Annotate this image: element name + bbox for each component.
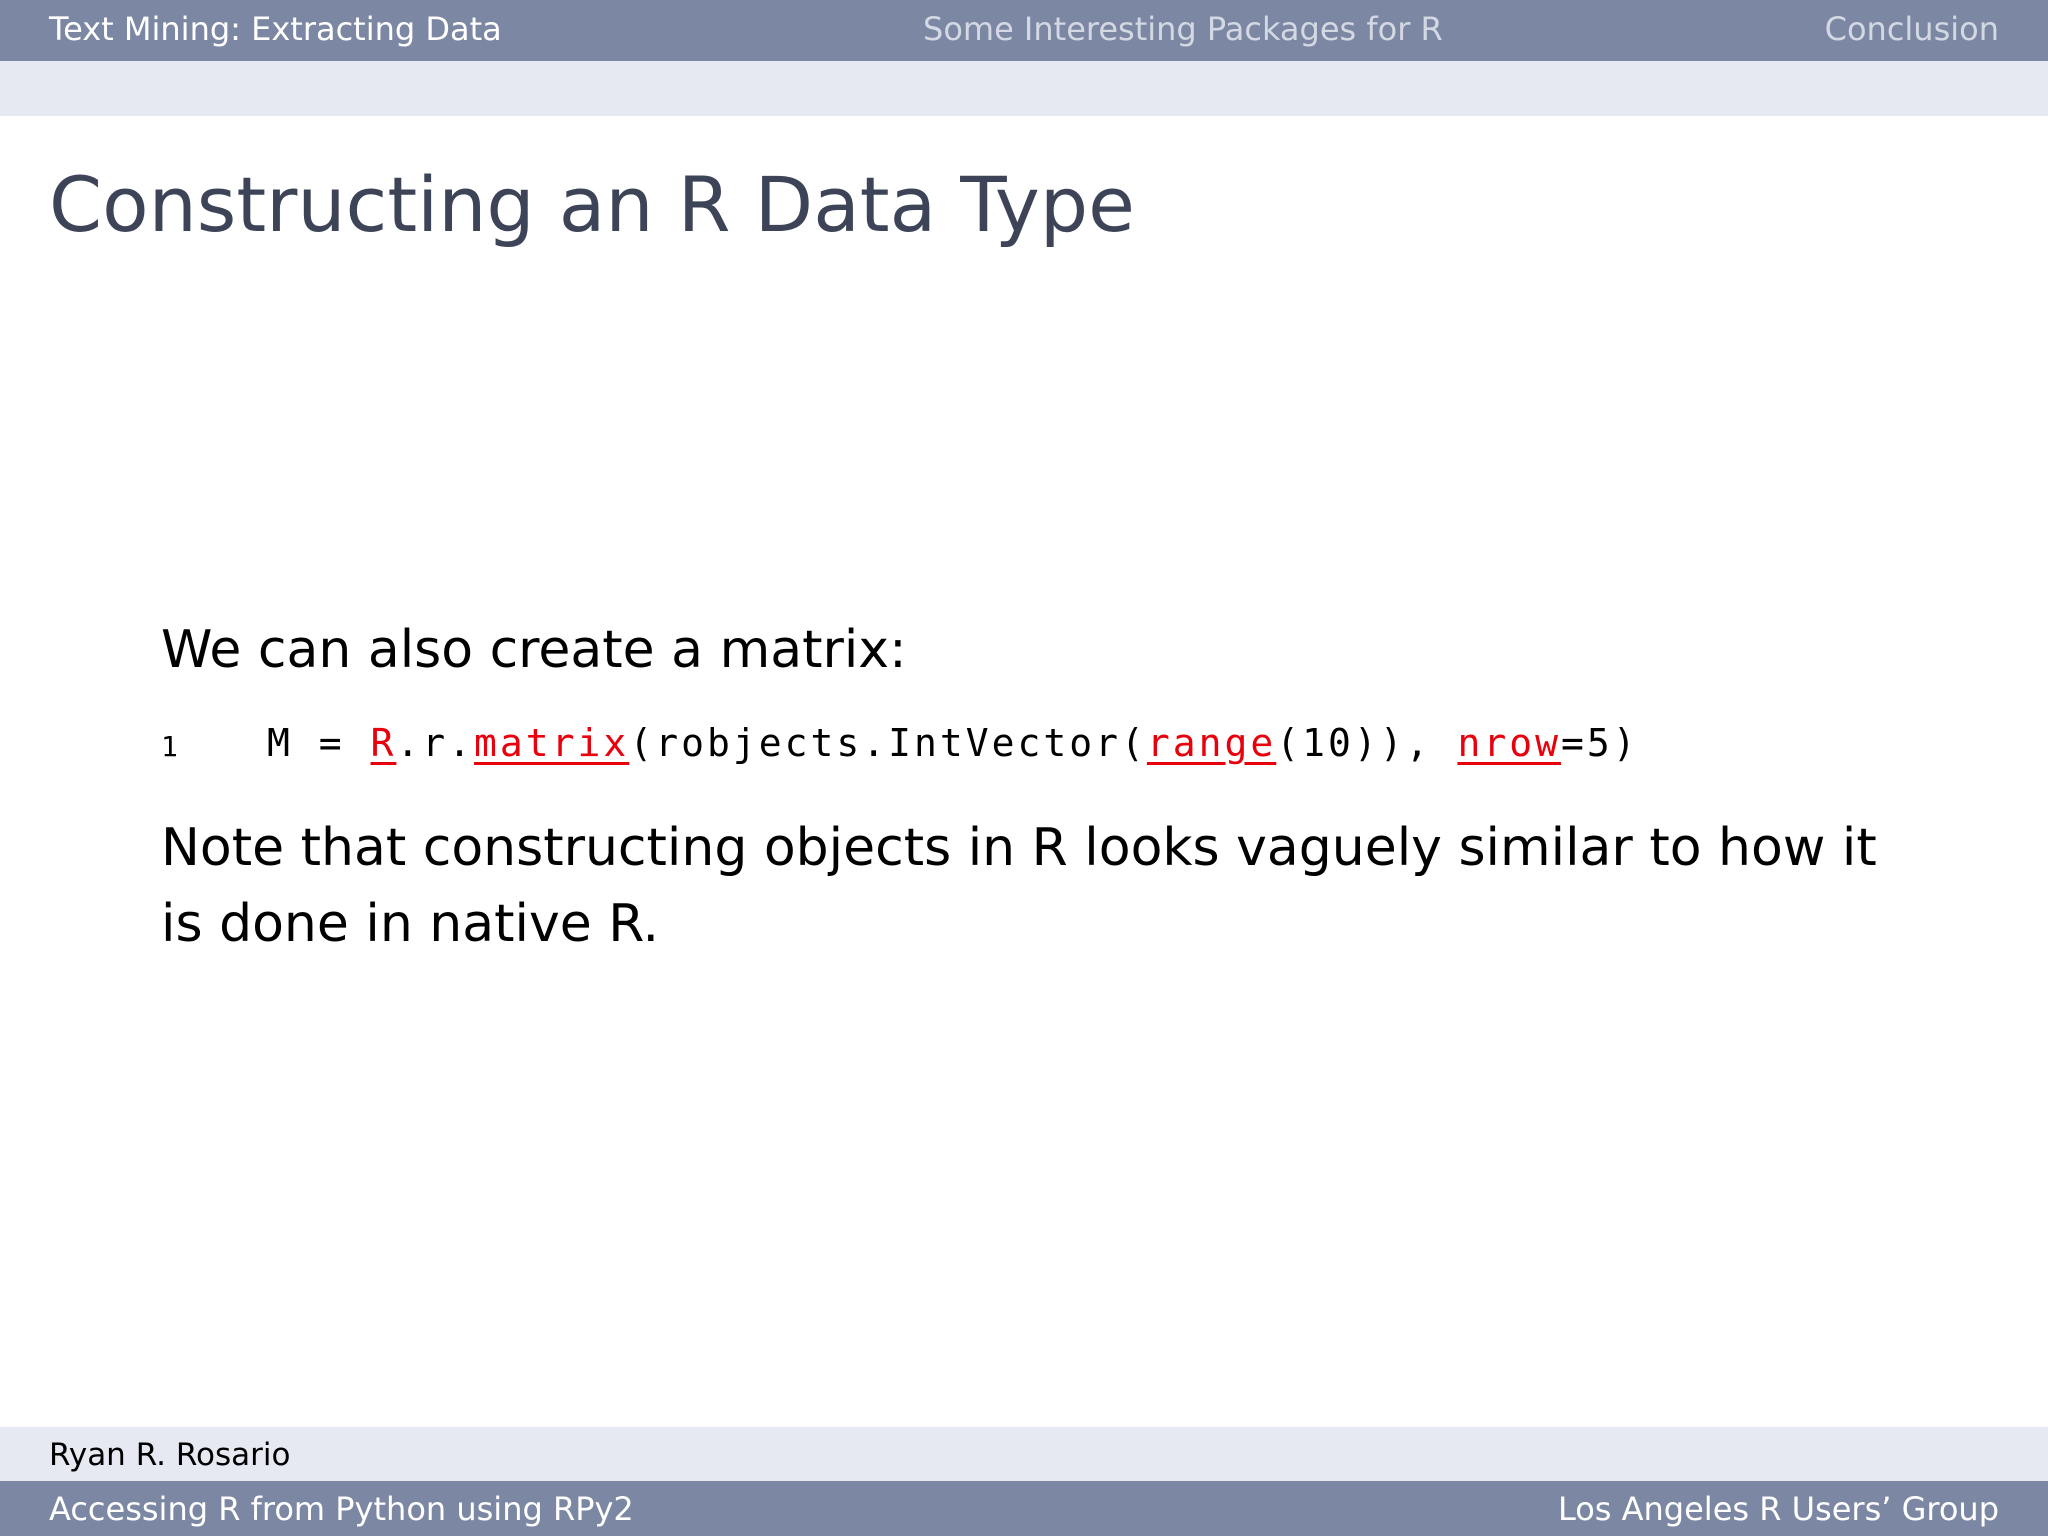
note-line: is done in native R.	[161, 894, 660, 954]
note-text: Note that constructing objects in R look…	[161, 810, 1877, 962]
code-keyword: R	[370, 721, 397, 765]
code-line-number: 1	[161, 730, 178, 763]
code-keyword: range	[1146, 721, 1277, 765]
code-keyword: nrow	[1457, 721, 1561, 765]
footer-author: Ryan R. Rosario	[49, 1437, 291, 1473]
footer-venue: Los Angeles R Users’ Group	[1557, 1490, 1999, 1528]
footer-info-bar: Accessing R from Python using RPy2 Los A…	[0, 1481, 2048, 1536]
nav-section-conclusion[interactable]: Conclusion	[1825, 9, 1999, 49]
slide-title: Constructing an R Data Type	[49, 160, 1135, 249]
code-token: M =	[267, 721, 371, 765]
footer-talk-title: Accessing R from Python using RPy2	[49, 1490, 634, 1528]
code-keyword: matrix	[474, 721, 630, 765]
code-listing: 1 M = R.r.matrix(robjects.IntVector(range…	[161, 718, 1639, 772]
nav-section-interesting-packages[interactable]: Some Interesting Packages for R	[923, 9, 1443, 49]
header-subbar	[0, 61, 2048, 116]
code-token: (10)),	[1276, 721, 1458, 765]
intro-text: We can also create a matrix:	[161, 620, 907, 680]
code-line: M = R.r.matrix(robjects.IntVector(range(…	[267, 721, 1639, 765]
nav-section-text-mining[interactable]: Text Mining: Extracting Data	[49, 9, 502, 49]
footer-author-bar: Ryan R. Rosario	[0, 1427, 2048, 1481]
code-token: .r.	[396, 721, 475, 765]
note-line: Note that constructing objects in R look…	[161, 818, 1877, 878]
top-navigation-bar: Text Mining: Extracting Data Some Intere…	[0, 0, 2048, 61]
code-token: =5)	[1560, 721, 1639, 765]
code-token: (robjects.IntVector(	[629, 721, 1147, 765]
